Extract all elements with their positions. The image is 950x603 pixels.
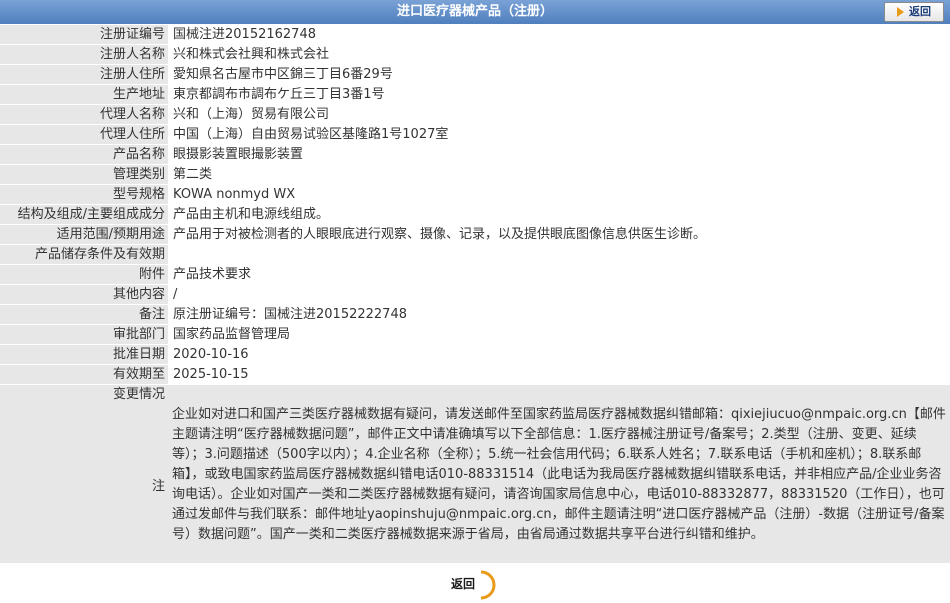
arrow-right-icon (897, 7, 904, 17)
table-row: 附件 产品技术要求 (0, 265, 950, 285)
row-value: 2020-10-16 (168, 345, 950, 365)
row-value: 第二类 (168, 165, 950, 185)
table-row: 结构及组成/主要组成成分 产品由主机和电源线组成。 (0, 205, 950, 225)
row-value: 2025-10-15 (168, 365, 950, 385)
row-value: 原注册证编号：国械注进20152222748 (168, 305, 950, 325)
row-value: KOWA nonmyd WX (168, 185, 950, 205)
row-value: 愛知県名古屋市中区錦三丁目6番29号 (168, 65, 950, 85)
table-row: 适用范围/预期用途 产品用于对被检测者的人眼眼底进行观察、摄像、记录，以及提供眼底… (0, 225, 950, 245)
row-value: 产品用于对被检测者的人眼眼底进行观察、摄像、记录，以及提供眼底图像信息供医生诊断… (168, 225, 950, 245)
row-label: 结构及组成/主要组成成分 (0, 205, 168, 225)
row-label: 注册证编号 (0, 25, 168, 45)
row-label: 其他内容 (0, 285, 168, 305)
table-row: 型号规格 KOWA nonmyd WX (0, 185, 950, 205)
row-value: 兴和（上海）贸易有限公司 (168, 105, 950, 125)
page-title: 进口医疗器械产品（注册） (396, 4, 553, 19)
row-value: 国械注进20152162748 (168, 25, 950, 45)
table-row: 注册证编号 国械注进20152162748 (0, 25, 950, 45)
table-row: 有效期至 2025-10-15 (0, 365, 950, 385)
row-value: 国家药品监督管理局 (168, 325, 950, 345)
table-row: 批准日期 2020-10-16 (0, 345, 950, 365)
table-row: 注册人名称 兴和株式会社興和株式会社 (0, 45, 950, 65)
detail-table: 注册证编号 国械注进20152162748 注册人名称 兴和株式会社興和株式会社 注… (0, 25, 950, 385)
table-row: 备注 原注册证编号：国械注进20152222748 (0, 305, 950, 325)
row-label: 注册人名称 (0, 45, 168, 65)
table-row: 代理人名称 兴和（上海）贸易有限公司 (0, 105, 950, 125)
row-label: 注册人住所 (0, 65, 168, 85)
row-label: 产品储存条件及有效期 (0, 245, 168, 265)
row-label: 审批部门 (0, 325, 168, 345)
row-value: 中国（上海）自由贸易试验区基隆路1号1027室 (168, 125, 950, 145)
table-row: 产品名称 眼摄影装置眼撮影装置 (0, 145, 950, 165)
back-button-top[interactable]: 返回 (884, 2, 944, 22)
row-label: 适用范围/预期用途 (0, 225, 168, 245)
row-value: 眼摄影装置眼撮影装置 (168, 145, 950, 165)
row-label: 代理人住所 (0, 125, 168, 145)
table-row: 产品储存条件及有效期 (0, 245, 950, 265)
row-value: 東京都調布市調布ケ丘三丁目3番1号 (168, 85, 950, 105)
table-row: 注册人住所 愛知県名古屋市中区錦三丁目6番29号 (0, 65, 950, 85)
row-value: / (168, 285, 950, 305)
row-label: 有效期至 (0, 365, 168, 385)
row-label: 产品名称 (0, 145, 168, 165)
row-label: 批准日期 (0, 345, 168, 365)
row-value: 产品技术要求 (168, 265, 950, 285)
table-row: 代理人住所 中国（上海）自由贸易试验区基隆路1号1027室 (0, 125, 950, 145)
row-label: 型号规格 (0, 185, 168, 205)
table-row: 生产地址 東京都調布市調布ケ丘三丁目3番1号 (0, 85, 950, 105)
table-row: 管理类别 第二类 (0, 165, 950, 185)
row-label: 附件 (0, 265, 168, 285)
back-button-label: 返回 (451, 577, 476, 591)
notice-text: 企业如对进口和国产三类医疗器械数据有疑问，请发送邮件至国家药监局医疗器械数据纠错… (172, 407, 946, 542)
table-row: 其他内容 / (0, 285, 950, 305)
row-label: 生产地址 (0, 85, 168, 105)
page-header: 进口医疗器械产品（注册） 返回 (0, 0, 950, 24)
row-label: 备注 (0, 305, 168, 325)
row-label: 管理类别 (0, 165, 168, 185)
change-label: 变更情况 (112, 387, 165, 402)
row-value: 兴和株式会社興和株式会社 (168, 45, 950, 65)
page: 进口医疗器械产品（注册） 返回 注册证编号 国械注进20152162748 注册人… (0, 0, 950, 603)
row-label: 代理人名称 (0, 105, 168, 125)
back-button-bottom[interactable]: 返回 (451, 570, 497, 600)
note-label: 注 (151, 479, 165, 494)
row-value: 产品由主机和电源线组成。 (168, 205, 950, 225)
notice-section: 变更情况 注 企业如对进口和国产三类医疗器械数据有疑问，请发送邮件至国家药监局医… (0, 385, 950, 563)
table-row: 审批部门 国家药品监督管理局 (0, 325, 950, 345)
row-value (168, 245, 950, 265)
back-button-label: 返回 (909, 5, 931, 18)
